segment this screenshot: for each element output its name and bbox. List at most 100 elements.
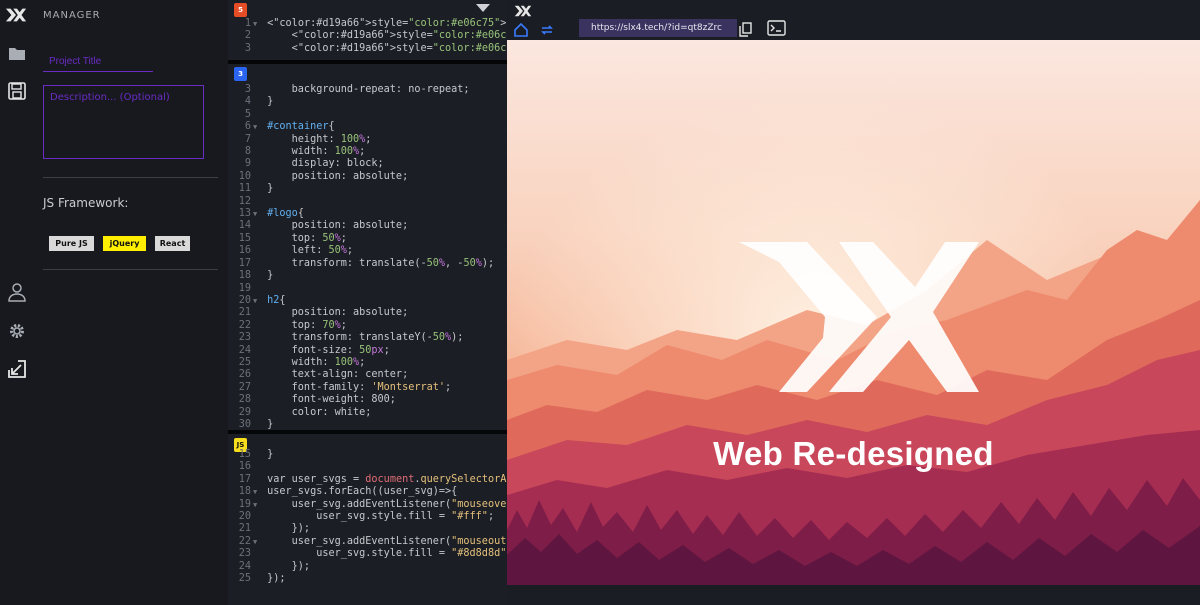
code-line[interactable]: 17 transform: translate(-50%, -50%);: [228, 258, 494, 270]
terminal-icon[interactable]: [767, 20, 786, 40]
code-line[interactable]: 11 }: [228, 183, 494, 195]
code-line[interactable]: 13 ▼ #logo{: [228, 208, 494, 220]
code-line[interactable]: 21 position: absolute;: [228, 307, 494, 319]
code-text: }: [261, 96, 274, 108]
code-text: h2{: [267, 294, 286, 306]
line-number: 22: [238, 535, 251, 547]
fold-arrow-icon[interactable]: ▼: [253, 536, 261, 548]
home-icon[interactable]: [514, 22, 528, 41]
code-line[interactable]: 8 width: 100%;: [228, 146, 494, 158]
code-line[interactable]: 18 }: [228, 270, 494, 282]
code-line[interactable]: 3 background-repeat: no-repeat;: [228, 84, 494, 96]
folder-icon[interactable]: [6, 42, 28, 64]
code-line[interactable]: 10 position: absolute;: [228, 171, 494, 183]
framework-pure-js-button[interactable]: Pure JS: [49, 236, 94, 251]
code-text: top: 50%;: [261, 232, 347, 244]
save-icon[interactable]: [6, 80, 28, 102]
code-line[interactable]: 18 ▼ user_svgs.forEach((user_svg)=>{: [228, 486, 507, 498]
code-line[interactable]: 19: [228, 283, 494, 295]
framework-react-button[interactable]: React: [155, 236, 190, 251]
code-line[interactable]: 14 position: absolute;: [228, 220, 494, 232]
framework-jquery-button[interactable]: jQuery: [103, 236, 146, 251]
line-number: 3: [244, 84, 251, 95]
code-line[interactable]: 19▼ user_svg.addEventListener("mouseover…: [228, 499, 507, 511]
fold-arrow-icon[interactable]: ▼: [253, 486, 261, 498]
css-pane[interactable]: 3 3 background-repeat: no-repeat; 4 } 5 6 ▼…: [228, 64, 507, 430]
project-title-input[interactable]: [43, 52, 153, 72]
user-icon[interactable]: [6, 281, 28, 303]
code-line[interactable]: 5: [228, 109, 494, 121]
code-line[interactable]: 15 top: 50%;: [228, 233, 494, 245]
css3-icon: 3: [234, 67, 247, 81]
gear-icon[interactable]: [6, 320, 28, 342]
css-code[interactable]: 3 background-repeat: no-repeat; 4 } 5 6 ▼ #…: [228, 84, 494, 430]
code-line[interactable]: 9 display: block;: [228, 158, 494, 170]
code-line[interactable]: 15 }: [228, 449, 507, 461]
code-line[interactable]: 20 user_svg.style.fill = "#fff";: [228, 511, 507, 523]
code-line[interactable]: 24 });: [228, 561, 507, 573]
copy-icon[interactable]: [739, 22, 752, 41]
code-line[interactable]: 29 color: white;: [228, 407, 494, 419]
line-number: 26: [238, 369, 251, 381]
export-icon[interactable]: [6, 358, 28, 380]
bottom-strip: [507, 585, 1200, 605]
html-pane[interactable]: 5 1 ▼ <"color:#d19a66">style="color:#e06c…: [228, 0, 507, 60]
code-line[interactable]: 16: [228, 461, 507, 473]
code-line[interactable]: 20 ▼ h2{: [228, 295, 494, 307]
code-line[interactable]: 16 left: 50%;: [228, 245, 494, 257]
code-text: <"color:#d19a66">style="color:#e06c75">d…: [261, 18, 507, 29]
refresh-icon[interactable]: [540, 22, 554, 41]
code-line[interactable]: 17 var user_svgs = document.querySelecto…: [228, 474, 507, 486]
code-line[interactable]: 30 }: [228, 419, 494, 430]
code-line[interactable]: 26 text-align: center;: [228, 369, 494, 381]
line-number: 27: [238, 381, 251, 393]
code-line[interactable]: 7 height: 100%;: [228, 134, 494, 146]
code-line[interactable]: 25 });: [228, 573, 507, 585]
fold-arrow-icon[interactable]: ▼: [253, 499, 261, 511]
line-number: 25: [238, 573, 251, 585]
js-pane[interactable]: JS 15 } 16 17 var user_svgs = document.qu…: [228, 434, 507, 585]
code-line[interactable]: 21 });: [228, 523, 507, 535]
logo-icon[interactable]: [5, 4, 27, 26]
line-number: 16: [238, 461, 251, 473]
code-line[interactable]: 28 font-weight: 800;: [228, 394, 494, 406]
code-text: }: [261, 183, 274, 195]
code-text: font-family: 'Montserrat';: [261, 381, 452, 393]
line-number: 6: [244, 121, 251, 133]
code-text: }: [261, 418, 274, 430]
divider: [43, 269, 218, 270]
code-line[interactable]: 4 }: [228, 96, 494, 108]
fold-arrow-icon[interactable]: ▼: [253, 295, 261, 307]
line-number: 14: [238, 220, 251, 232]
js-code[interactable]: 15 } 16 17 var user_svgs = document.query…: [228, 449, 507, 585]
url-bar[interactable]: https://slx4.tech/?id=qt8zZrc: [579, 19, 737, 37]
code-line[interactable]: 3 <"color:#d19a66">style="color:#e06c75"…: [228, 43, 507, 55]
line-number: 25: [238, 356, 251, 368]
code-text: transform: translate(-50%, -50%);: [261, 257, 495, 269]
html-code[interactable]: 1 ▼ <"color:#d19a66">style="color:#e06c75…: [228, 18, 507, 55]
line-number: 17: [238, 473, 251, 485]
collapse-chevron-icon[interactable]: [476, 4, 490, 12]
code-line[interactable]: 25 width: 100%;: [228, 357, 494, 369]
code-line[interactable]: 27 font-family: 'Montserrat';: [228, 382, 494, 394]
code-line[interactable]: 23 transform: translateY(-50%);: [228, 332, 494, 344]
code-line[interactable]: 12: [228, 196, 494, 208]
divider: [43, 177, 218, 178]
code-line[interactable]: 22 ▼ user_svg.addEventListener("mouseout"…: [228, 536, 507, 548]
fold-arrow-icon[interactable]: ▼: [253, 18, 261, 30]
fold-arrow-icon[interactable]: ▼: [253, 208, 261, 220]
code-text: position: absolute;: [261, 220, 409, 232]
line-number: 16: [238, 245, 251, 257]
fold-arrow-icon[interactable]: ▼: [253, 121, 261, 133]
code-line[interactable]: 23 user_svg.style.fill = "#8d8d8d";: [228, 548, 507, 560]
code-line[interactable]: 2 <"color:#d19a66">style="color:#e06c75"…: [228, 30, 507, 42]
code-text: color: white;: [261, 406, 372, 418]
code-line[interactable]: 22 top: 70%;: [228, 320, 494, 332]
code-line[interactable]: 6 ▼ #container{: [228, 121, 494, 133]
description-input[interactable]: [43, 85, 204, 159]
code-line[interactable]: 1 ▼ <"color:#d19a66">style="color:#e06c75…: [228, 18, 507, 30]
preview-viewport[interactable]: Web Re-designed: [507, 40, 1200, 585]
code-text: user_svg.style.fill = "#8d8d8d";: [261, 548, 507, 560]
code-line[interactable]: 24 font-size: 50px;: [228, 345, 494, 357]
